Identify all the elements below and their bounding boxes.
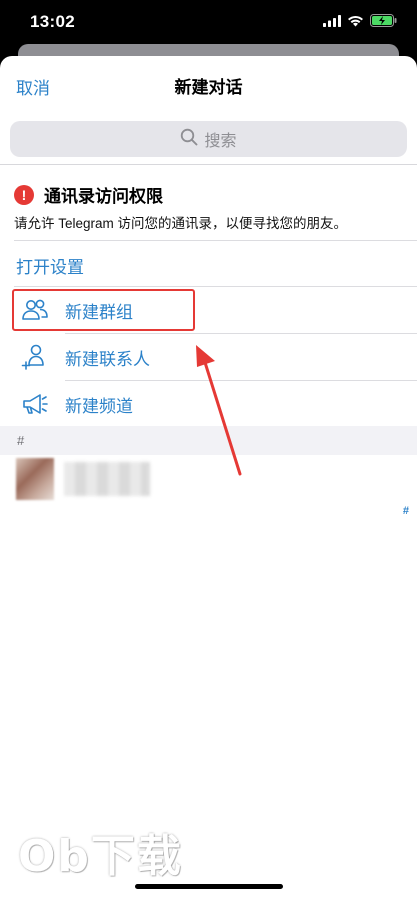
page-title: 新建对话 xyxy=(174,78,243,97)
permission-description: 请允许 Telegram 访问您的通讯录，以便寻找您的朋友。 xyxy=(14,216,348,231)
new-chat-sheet: 取消 新建对话 搜索 ! 通讯录访问权限 请允许 Telegram 访问您的通讯… xyxy=(0,56,417,899)
navigation-bar: 取消 新建对话 xyxy=(0,56,417,112)
status-icons xyxy=(323,14,397,32)
contacts-permission-notice: ! 通讯录访问权限 请允许 Telegram 访问您的通讯录，以便寻找您的朋友。 xyxy=(0,165,417,241)
contact-row[interactable] xyxy=(0,456,417,504)
open-settings-link[interactable]: 打开设置 xyxy=(16,253,84,278)
battery-charging-icon xyxy=(370,14,397,32)
new-channel-label: 新建频道 xyxy=(65,396,133,416)
new-channel-button[interactable]: 新建频道 xyxy=(0,381,417,427)
permission-title: 通讯录访问权限 xyxy=(44,187,163,206)
status-bar: 13:02 xyxy=(0,0,417,44)
add-contact-icon xyxy=(20,342,50,372)
megaphone-icon xyxy=(20,389,50,419)
contacts-section-header: # xyxy=(0,426,417,455)
section-index-hash[interactable]: # xyxy=(403,505,409,517)
avatar xyxy=(16,458,54,500)
search-placeholder: 搜索 xyxy=(204,133,237,150)
home-indicator xyxy=(135,884,283,889)
search-icon xyxy=(180,128,198,151)
section-header-label: # xyxy=(17,433,25,448)
search-input[interactable]: 搜索 xyxy=(10,121,407,157)
new-contact-button[interactable]: 新建联系人 xyxy=(0,334,417,380)
wifi-icon xyxy=(347,14,364,32)
status-time: 13:02 xyxy=(30,12,75,31)
new-contact-label: 新建联系人 xyxy=(65,349,150,369)
annotation-highlight-box xyxy=(12,289,195,331)
alert-icon: ! xyxy=(14,184,34,205)
contact-name-blurred xyxy=(64,462,150,496)
permission-title-row: ! 通讯录访问权限 xyxy=(14,182,163,207)
watermark: Ob下载 xyxy=(18,831,183,882)
signal-icon xyxy=(323,14,341,32)
divider xyxy=(14,240,417,241)
